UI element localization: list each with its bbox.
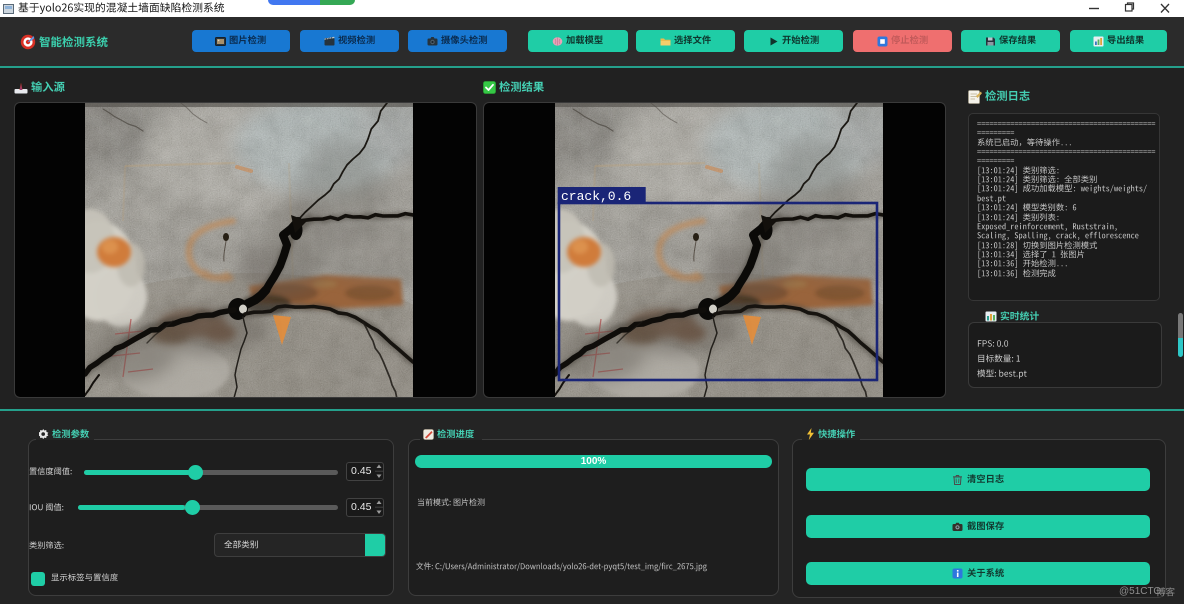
- svg-text:crack,0.6: crack,0.6: [561, 189, 631, 204]
